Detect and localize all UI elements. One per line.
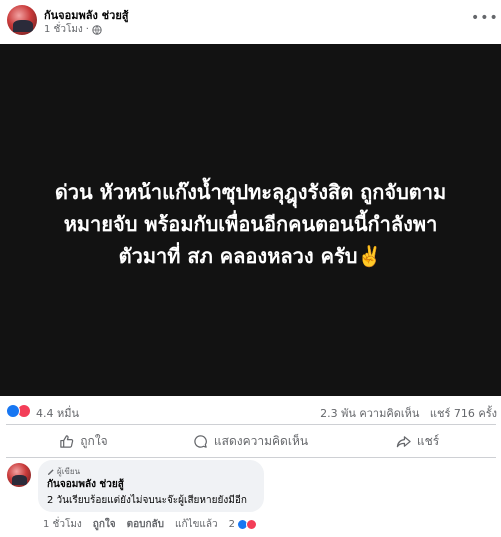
pencil-icon <box>48 468 54 475</box>
comment-reply-button[interactable]: ตอบกลับ <box>127 517 164 532</box>
comment-button[interactable]: แสดงความคิดเห็น <box>167 427 334 455</box>
post-time[interactable]: 1 ชั่วโมง <box>44 22 83 37</box>
like-label: ถูกใจ <box>80 433 108 448</box>
share-label: แชร์ <box>416 433 440 448</box>
like-reaction-icon <box>6 404 20 418</box>
comment-label: แสดงความคิดเห็น <box>213 433 309 448</box>
commenter-avatar[interactable] <box>7 463 31 487</box>
comment-edited-label[interactable]: แก้ไขแล้ว <box>175 517 218 532</box>
post-image-text-line: ด่วน หัวหน้าแก๊งน้ำซุปทะลุฎุงรังสิต ถูกจ… <box>54 180 447 204</box>
comment-count[interactable]: 2.3 พัน ความคิดเห็น <box>320 407 419 420</box>
author-avatar[interactable] <box>7 5 37 35</box>
reaction-count[interactable]: 4.4 หมื่น <box>36 404 79 422</box>
divider <box>6 457 496 458</box>
comment-reaction-count: 2 <box>228 519 235 530</box>
comment-like-button[interactable]: ถูกใจ <box>93 517 116 532</box>
post-actions: ถูกใจ แสดงความคิดเห็น แชร์ <box>0 427 501 455</box>
comment-time[interactable]: 1 ชั่วโมง <box>43 517 82 532</box>
post-meta: 1 ชั่วโมง · <box>44 22 102 37</box>
post-stats: 4.4 หมื่น 2.3 พัน ความคิดเห็น แชร์ 716 ค… <box>0 400 501 422</box>
globe-icon <box>92 24 102 35</box>
post-image-text: ด่วน หัวหน้าแก๊งน้ำซุปทะลุฎุงรังสิต ถูกจ… <box>0 176 501 272</box>
comment-share-counts: 2.3 พัน ความคิดเห็น แชร์ 716 ครั้ง <box>320 404 497 422</box>
comment-bubble: ผู้เขียน กันจอมพลัง ช่วยสู้ 2 วันเรียบร้… <box>38 460 264 512</box>
thumbs-up-icon <box>60 434 74 448</box>
share-count[interactable]: แชร์ 716 ครั้ง <box>430 407 497 420</box>
post-header: กันจอมพลัง ช่วยสู้ 1 ชั่วโมง · ••• <box>0 0 501 44</box>
commenter-name[interactable]: กันจอมพลัง ช่วยสู้ <box>47 477 124 492</box>
reaction-icons[interactable] <box>6 404 34 418</box>
share-icon <box>396 435 411 447</box>
post-image-text-line: หมายจับ พร้อมกับเพื่อนอีกคนตอนนี้กำลังพา <box>63 212 438 236</box>
post-image[interactable]: ด่วน หัวหน้าแก๊งน้ำซุปทะลุฎุงรังสิต ถูกจ… <box>0 44 501 396</box>
comment-reactions[interactable]: 2 <box>229 519 257 530</box>
like-button[interactable]: ถูกใจ <box>0 427 167 455</box>
comment-text: 2 วันเรียบร้อยแต่ยังไม่จบนะจ๊ะผู้เสียหาย… <box>47 495 247 506</box>
love-reaction-icon <box>245 519 257 530</box>
more-options-icon[interactable]: ••• <box>471 10 499 26</box>
post-image-text-line: ตัวมาที่ สภ คลองหลวง ครับ✌️ <box>118 244 383 268</box>
comment-icon <box>194 434 207 448</box>
share-button[interactable]: แชร์ <box>334 427 501 455</box>
comment-actions: 1 ชั่วโมง ถูกใจ ตอบกลับ แก้ไขแล้ว 2 <box>43 517 257 532</box>
divider <box>6 424 496 425</box>
